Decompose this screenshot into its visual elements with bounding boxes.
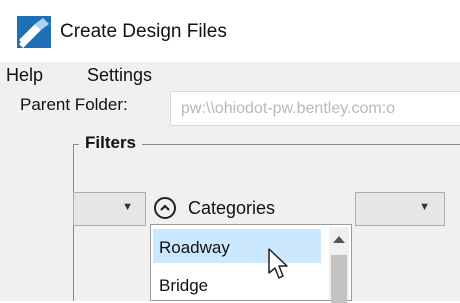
categories-toggle[interactable]: Categories [150,195,320,225]
filter-combo-right[interactable]: ▼ [355,192,445,226]
menu-help[interactable]: Help [6,65,43,86]
dropdown-scrollbar[interactable] [329,227,349,303]
parent-folder-label: Parent Folder: [20,95,128,114]
categories-dropdown-list[interactable]: Roadway Bridge [150,224,352,303]
mouse-pointer-icon [268,248,288,279]
filters-group-title: Filters [79,133,143,153]
window-title: Create Design Files [60,21,227,42]
chevron-up-circle-icon[interactable] [154,197,176,219]
title-bar: Create Design Files [0,0,460,62]
list-item-roadway[interactable]: Roadway [153,229,321,263]
scroll-up-arrow-icon[interactable] [332,234,346,244]
filter-combo-left[interactable]: ▼ [73,192,146,226]
categories-label[interactable]: Categories [188,198,275,219]
list-item-bridge[interactable]: Bridge [153,267,321,301]
menu-bar: Help Settings [0,62,460,90]
chevron-down-icon: ▼ [419,201,430,213]
menu-settings[interactable]: Settings [87,65,152,86]
parent-folder-field[interactable]: pw:\\ohiodot-pw.bentley.com:o [170,91,460,126]
chevron-down-icon: ▼ [122,201,133,213]
scrollbar-thumb[interactable] [331,255,347,303]
create-design-files-window: Create Design Files Help Settings Parent… [0,0,460,303]
app-icon [17,16,51,48]
